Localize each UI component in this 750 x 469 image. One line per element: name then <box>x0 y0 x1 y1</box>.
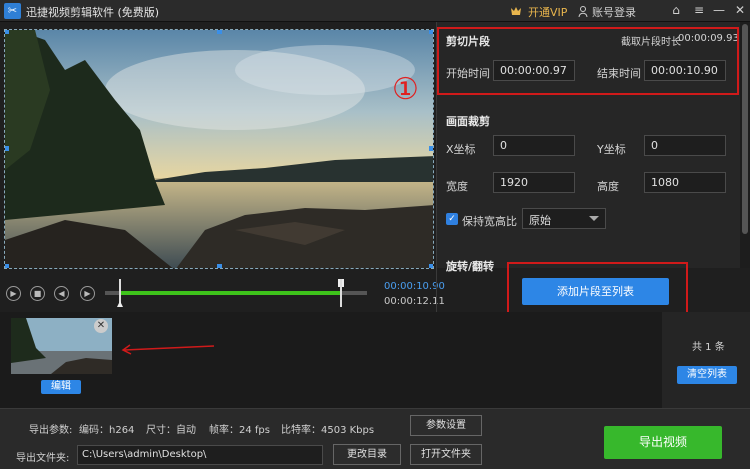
ratio-select-value: 原始 <box>529 214 551 227</box>
menu-icon[interactable]: ≡ <box>692 3 706 17</box>
login-button[interactable]: 账号登录 <box>578 4 636 20</box>
home-icon[interactable]: ⌂ <box>669 3 683 17</box>
app-title: 迅捷视频剪辑软件 (免费版) <box>26 6 160 19</box>
video-preview[interactable] <box>4 29 434 269</box>
bitrate-text: 比特率：4503 Kbps <box>281 425 375 436</box>
stop-icon: ■ <box>33 289 42 298</box>
width-input[interactable]: 1920 <box>493 172 575 193</box>
annotation-arrow-icon <box>121 344 215 355</box>
export-folder-label: 导出文件夹: <box>16 453 70 464</box>
export-params-label: 导出参数: <box>29 425 73 436</box>
export-video-button[interactable]: 导出视频 <box>604 426 722 459</box>
stop-button[interactable]: ■ <box>30 286 45 301</box>
user-icon <box>578 6 588 17</box>
start-marker[interactable] <box>117 279 123 307</box>
codec-text: 编码：h264 <box>79 425 135 436</box>
end-marker[interactable] <box>338 279 344 307</box>
width-label: 宽度 <box>446 180 468 193</box>
chevron-down-icon <box>589 216 599 221</box>
fps-text: 帧率：24 fps <box>209 425 270 436</box>
crop-handle[interactable] <box>5 146 9 151</box>
change-dir-button[interactable]: 更改目录 <box>333 444 401 465</box>
preview-image <box>5 30 433 268</box>
ratio-select[interactable]: 原始 <box>522 208 606 229</box>
rotate-title: 旋转/翻转 <box>446 260 495 273</box>
remove-clip-icon[interactable]: ✕ <box>94 319 108 333</box>
annotation-box-2 <box>507 262 688 319</box>
timeline-selection <box>120 291 341 295</box>
minimize-icon[interactable]: — <box>712 3 726 17</box>
x-coord-label: X坐标 <box>446 143 476 156</box>
clip-count: 共 1 条 <box>692 342 725 353</box>
edit-clip-button[interactable]: 编辑 <box>41 380 81 394</box>
vip-label: 开通VIP <box>528 6 568 19</box>
y-coord-label: Y坐标 <box>597 143 626 156</box>
next-frame-button[interactable]: ▶ <box>80 286 95 301</box>
app-logo-icon: ✂ <box>4 3 21 19</box>
height-input[interactable]: 1080 <box>644 172 726 193</box>
vip-button[interactable]: 开通VIP <box>510 4 567 20</box>
crop-handle[interactable] <box>5 30 9 34</box>
keep-ratio-checkbox[interactable]: ✓ <box>446 213 458 225</box>
timeline-track[interactable] <box>105 279 367 307</box>
login-label: 账号登录 <box>592 6 636 19</box>
param-settings-button[interactable]: 参数设置 <box>410 415 482 436</box>
scrollbar-thumb[interactable] <box>742 24 748 234</box>
title-bar: ✂ 迅捷视频剪辑软件 (免费版) 开通VIP 账号登录 ⌂ ≡ — ✕ <box>0 0 750 22</box>
prev-frame-button[interactable]: ◀ <box>54 286 69 301</box>
y-coord-input[interactable]: 0 <box>644 135 726 156</box>
close-icon[interactable]: ✕ <box>733 3 747 17</box>
play-button[interactable]: ▶ <box>6 286 21 301</box>
crown-icon <box>511 7 521 15</box>
x-coord-input[interactable]: 0 <box>493 135 575 156</box>
next-icon: ▶ <box>84 289 91 298</box>
clip-list-sidebar <box>662 312 750 408</box>
annotation-number-1: ① <box>392 72 419 107</box>
panel-scrollbar[interactable] <box>740 22 750 268</box>
crop-title: 画面裁剪 <box>446 115 490 128</box>
crop-handle[interactable] <box>217 30 222 34</box>
export-folder-input[interactable]: C:\Users\admin\Desktop\ <box>77 445 323 465</box>
size-text: 尺寸：自动 <box>146 425 196 436</box>
open-folder-button[interactable]: 打开文件夹 <box>410 444 482 465</box>
playback-controls: ▶ ■ ◀ ▶ 00:00:10.90 00:00:12.11 <box>0 278 445 312</box>
keep-ratio-label: 保持宽高比 <box>462 215 517 228</box>
annotation-box-1 <box>437 27 739 95</box>
clear-list-button[interactable]: 清空列表 <box>677 366 737 384</box>
height-label: 高度 <box>597 180 619 193</box>
prev-icon: ◀ <box>58 289 65 298</box>
play-icon: ▶ <box>10 289 17 298</box>
